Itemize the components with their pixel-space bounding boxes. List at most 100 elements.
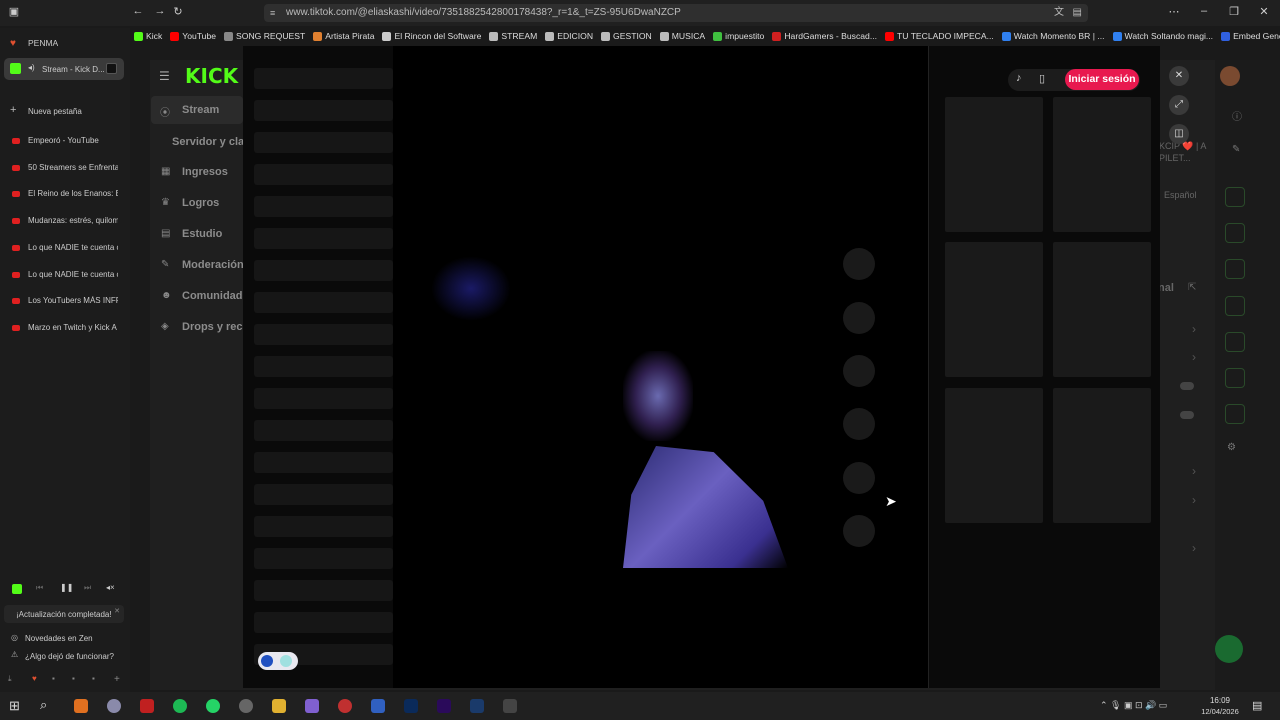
whatsapp-icon[interactable]: [206, 699, 220, 713]
bookmark-folder[interactable]: STREAM: [485, 28, 541, 44]
phone-icon[interactable]: ▯: [1039, 72, 1045, 85]
minimize-icon[interactable]: –: [1196, 5, 1212, 17]
close-toast-icon[interactable]: ✕: [114, 607, 120, 615]
new-tab-button[interactable]: Nueva pestaña: [28, 107, 82, 116]
plus-icon[interactable]: +: [114, 674, 120, 685]
sidebar-tab[interactable]: Marzo en Twitch y Kick A: [28, 323, 118, 332]
premiere-icon[interactable]: [437, 699, 451, 713]
news-link[interactable]: Novedades en Zen: [25, 634, 93, 643]
download-icon[interactable]: ⤓: [8, 674, 12, 684]
chevron-right-icon[interactable]: ›: [1192, 350, 1196, 364]
app-icon[interactable]: [239, 699, 253, 713]
more-button[interactable]: [843, 462, 875, 494]
pencil-icon[interactable]: ✎: [1232, 144, 1240, 155]
windows-start-icon[interactable]: ⊞: [9, 698, 20, 714]
sidebar-toggle-icon[interactable]: ▣: [6, 5, 22, 18]
bookmark-folder[interactable]: EDICION: [541, 28, 597, 44]
sidebar-tab[interactable]: Lo que NADIE te cuenta c: [28, 243, 118, 252]
support-button[interactable]: [1215, 635, 1243, 663]
brush-icon[interactable]: ▪: [92, 674, 95, 683]
bookmark[interactable]: El Rincon del Software: [378, 28, 485, 44]
kick-logo[interactable]: KICK: [185, 64, 238, 88]
info-icon[interactable]: ⓘ: [1232, 108, 1242, 123]
nav-server[interactable]: Servidor y clav: [172, 136, 250, 148]
sidebar-tab[interactable]: 50 Streamers se Enfrentan: [28, 163, 118, 172]
app-icon[interactable]: [305, 699, 319, 713]
expand-icon[interactable]: ⤢: [1169, 95, 1189, 115]
share-button[interactable]: [843, 408, 875, 440]
app-icon[interactable]: [371, 699, 385, 713]
photoshop-icon[interactable]: [404, 699, 418, 713]
nav-moderation[interactable]: Moderación: [182, 259, 244, 271]
tiktok-logo-icon[interactable]: ♪: [1016, 72, 1022, 84]
tool-button[interactable]: [1225, 332, 1245, 352]
help-link[interactable]: ¿Algo dejó de funcionar?: [25, 652, 114, 661]
reload-icon[interactable]: ↻: [170, 5, 186, 18]
bookmark[interactable]: Watch Soltando magi...: [1109, 28, 1218, 44]
heart-icon[interactable]: ♥: [32, 674, 37, 683]
sidebar-tab[interactable]: Empeoró - YouTube: [28, 136, 118, 145]
trash-icon[interactable]: ▪: [52, 674, 55, 683]
sidebar-tab[interactable]: Lo que NADIE te cuenta c: [28, 270, 118, 279]
video-thumbnail[interactable]: [945, 388, 1043, 523]
external-link-icon[interactable]: ⇱: [1188, 282, 1196, 293]
plugin-icon[interactable]: ⚙: [1227, 442, 1236, 453]
nav-achievements[interactable]: Logros: [182, 197, 219, 209]
clock-time[interactable]: 16:09: [1200, 696, 1240, 705]
video-thumbnail[interactable]: [1053, 388, 1151, 523]
bookmark-folder[interactable]: GESTION: [597, 28, 656, 44]
tool-button[interactable]: [1225, 296, 1245, 316]
nav-stream[interactable]: Stream: [182, 104, 219, 116]
clock-date[interactable]: 12/04/2026: [1198, 707, 1242, 716]
bookmark[interactable]: HardGamers - Buscad...: [768, 28, 881, 44]
bookmark[interactable]: SONG REQUEST: [220, 28, 309, 44]
tool-button[interactable]: [1225, 187, 1245, 207]
mute-icon[interactable]: ◂×: [106, 583, 115, 592]
close-window-icon[interactable]: ✕: [1256, 5, 1272, 18]
sidebar-tab[interactable]: Mudanzas: estrés, quilom: [28, 216, 118, 225]
video-thumbnail[interactable]: [945, 242, 1043, 377]
app-icon[interactable]: [140, 699, 154, 713]
url-bar[interactable]: ≡ www.tiktok.com/@eliaskashi/video/73518…: [264, 4, 1088, 22]
speaker-icon[interactable]: ◂): [28, 63, 35, 72]
extension-icon[interactable]: ▪: [72, 674, 75, 683]
nav-community[interactable]: Comunidad: [182, 290, 243, 302]
sidebar-tab[interactable]: El Reino de los Enanos: El: [28, 189, 118, 198]
video-thumbnail[interactable]: [1053, 97, 1151, 232]
tool-button[interactable]: [1225, 259, 1245, 279]
previous-icon[interactable]: ⏮: [36, 583, 43, 593]
forward-icon[interactable]: →: [152, 5, 168, 17]
chevron-right-icon[interactable]: ›: [1192, 493, 1196, 507]
spotify-icon[interactable]: [173, 699, 187, 713]
back-icon[interactable]: ←: [130, 5, 146, 17]
tool-button[interactable]: [1225, 368, 1245, 388]
folder-icon[interactable]: [272, 699, 286, 713]
bookmark[interactable]: Artista Pirata: [309, 28, 378, 44]
chevron-right-icon[interactable]: ›: [1192, 464, 1196, 478]
bookmark[interactable]: TU TECLADO IMPECA...: [881, 28, 998, 44]
toggle-pill[interactable]: [258, 652, 298, 670]
sidebar-tab[interactable]: Los YouTubers MÁS INFR: [28, 296, 118, 305]
like-button[interactable]: [843, 248, 875, 280]
nav-drops[interactable]: Drops y reco: [182, 321, 249, 333]
comment-button[interactable]: [843, 302, 875, 334]
notifications-icon[interactable]: ▤: [1252, 699, 1262, 712]
toggle-switch[interactable]: [1180, 382, 1194, 390]
next-icon[interactable]: ⏭: [84, 583, 91, 593]
tray-icons[interactable]: ⌃ 🎙 ▣ ⊡ 🔊 ▭: [1100, 700, 1167, 711]
site-info-icon[interactable]: ≡: [270, 4, 275, 22]
bookmark-button[interactable]: [843, 355, 875, 387]
chevron-right-icon[interactable]: ›: [1192, 322, 1196, 336]
menu-icon[interactable]: ☰: [159, 69, 170, 83]
close-popup-icon[interactable]: ✕: [1169, 66, 1189, 86]
app-icon[interactable]: [74, 699, 88, 713]
sound-button[interactable]: [843, 515, 875, 547]
avatar[interactable]: [1220, 66, 1240, 86]
bookmark[interactable]: YouTube: [166, 28, 220, 44]
menu-icon[interactable]: ⋯: [1166, 5, 1182, 18]
translate-icon[interactable]: 文: [1054, 4, 1064, 22]
active-tab[interactable]: ◂) Stream - Kick D...: [4, 58, 124, 80]
video-thumbnail[interactable]: [1053, 242, 1151, 377]
chevron-right-icon[interactable]: ›: [1192, 541, 1196, 555]
tool-button[interactable]: [1225, 223, 1245, 243]
